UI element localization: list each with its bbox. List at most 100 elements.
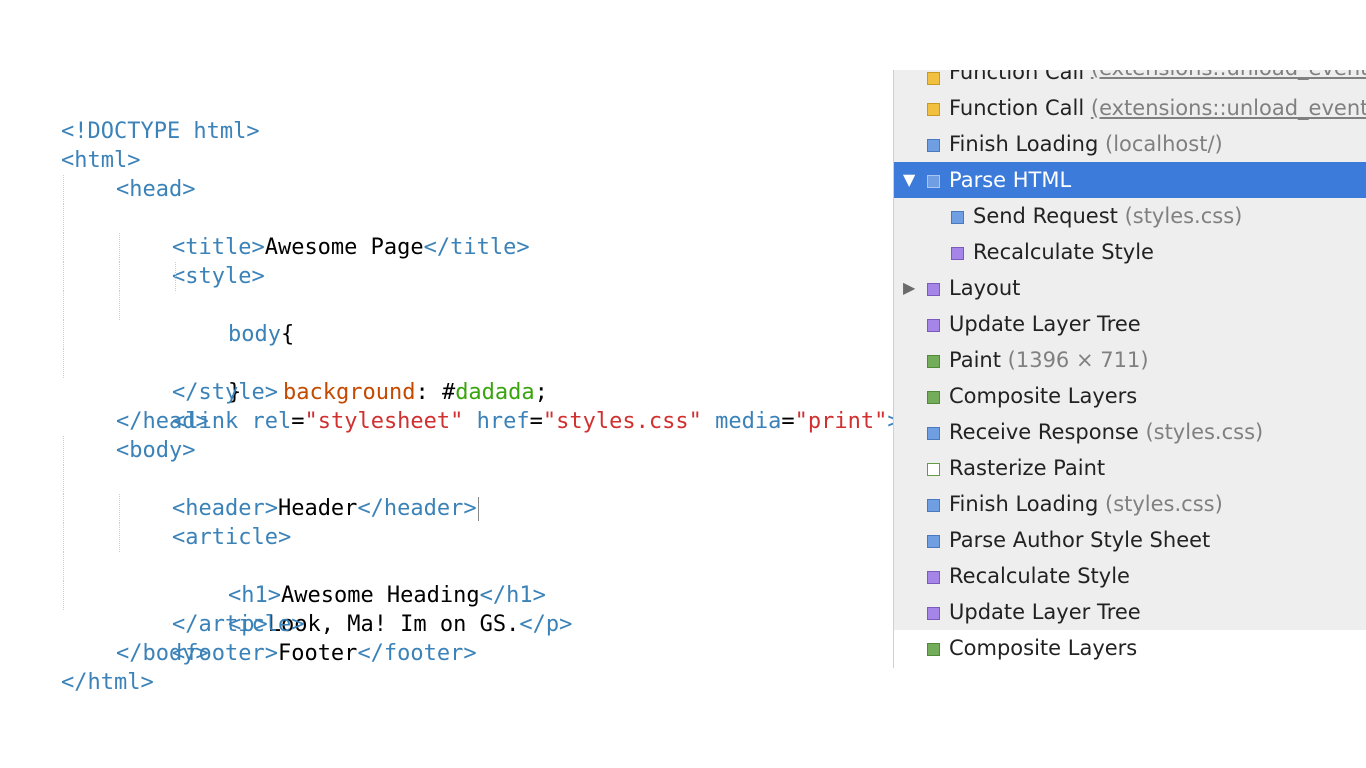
record-color-swatch-icon — [927, 139, 940, 152]
record-color-swatch-icon — [927, 355, 940, 368]
record-color-swatch-icon — [927, 535, 940, 548]
record-label: Function Call (extensions::unload_event: — [949, 70, 1366, 84]
timeline-record-row[interactable]: ▶ Layout — [894, 270, 1366, 306]
timeline-record-row[interactable]: Receive Response (styles.css) — [894, 414, 1366, 450]
indent-guide — [63, 436, 64, 465]
record-label: Rasterize Paint — [949, 450, 1105, 486]
code-line: background: #dadada; — [8, 262, 888, 405]
indent-guide — [63, 262, 64, 291]
timeline-record-row[interactable]: Finish Loading (styles.css) — [894, 486, 1366, 522]
record-detail: (styles.css) — [1124, 204, 1243, 228]
record-color-swatch-icon — [951, 247, 964, 260]
record-color-swatch-icon — [927, 571, 940, 584]
timeline-record-row[interactable]: Function Call (extensions::unload_event: — [894, 70, 1366, 90]
record-detail[interactable]: (extensions::unload_event: — [1091, 70, 1366, 80]
timeline-record-list: Function Call (extensions::unload_event:… — [894, 70, 1366, 666]
indent-guide — [63, 175, 64, 204]
code-line: <footer>Footer</footer> — [8, 581, 888, 666]
record-label: Receive Response (styles.css) — [949, 414, 1263, 450]
indent-guide — [63, 349, 64, 378]
timeline-record-row[interactable]: Recalculate Style — [894, 234, 1366, 270]
code-line: <article> — [8, 465, 888, 550]
record-color-swatch-icon — [927, 175, 940, 188]
record-detail: (localhost/) — [1105, 132, 1223, 156]
indent-guide — [63, 581, 64, 610]
timeline-record-row[interactable]: ▼ Parse HTML — [894, 162, 1366, 198]
timeline-record-row[interactable]: Update Layer Tree — [894, 594, 1366, 630]
record-color-swatch-icon — [927, 607, 940, 620]
code-line: </body> — [8, 610, 888, 666]
record-type: Send Request — [973, 204, 1118, 228]
indent-guide — [63, 494, 64, 523]
record-label: Paint (1396 × 711) — [949, 342, 1149, 378]
timeline-record-row[interactable]: Rasterize Paint — [894, 450, 1366, 486]
record-type: Parse HTML — [949, 168, 1072, 192]
code-line: <link rel="stylesheet" href="styles.css"… — [8, 349, 901, 434]
indent-guide — [63, 233, 64, 262]
record-label: Function Call (extensions::unload_event: — [949, 90, 1366, 126]
record-detail: (styles.css) — [1105, 492, 1223, 516]
timeline-record-row[interactable]: Send Request (styles.css) — [894, 198, 1366, 234]
record-color-swatch-icon — [927, 427, 940, 440]
code-line: <!DOCTYPE html> — [8, 88, 888, 144]
code-tag: </html> — [60, 670, 154, 695]
timeline-record-row[interactable]: Composite Layers — [894, 630, 1366, 666]
indent-guide — [63, 552, 64, 581]
timeline-record-row[interactable]: Finish Loading (localhost/) — [894, 126, 1366, 162]
timeline-record-row[interactable]: Composite Layers — [894, 378, 1366, 414]
code-line: </html> — [8, 639, 888, 695]
record-label: Finish Loading (styles.css) — [949, 486, 1223, 522]
code-line: <html> — [8, 117, 888, 173]
record-color-swatch-icon — [927, 463, 940, 476]
indent-guide — [63, 465, 64, 494]
record-type: Composite Layers — [949, 384, 1138, 408]
timeline-record-row[interactable]: Parse Author Style Sheet — [894, 522, 1366, 558]
code-line: <header>Header</header> — [8, 436, 888, 521]
record-type: Rasterize Paint — [949, 456, 1106, 480]
record-type: Finish Loading — [949, 132, 1099, 156]
code-editor[interactable]: <!DOCTYPE html> <html> <head> <title>Awe… — [8, 88, 901, 695]
indent-guide — [119, 494, 120, 523]
collapse-triangle-icon[interactable]: ▼ — [903, 162, 921, 198]
indent-guide — [175, 262, 176, 291]
record-type: Function Call — [949, 70, 1085, 84]
record-color-swatch-icon — [927, 643, 940, 656]
record-label: Composite Layers — [949, 630, 1137, 666]
code-line: <h1>Awesome Heading</h1> — [8, 494, 888, 608]
timeline-records-panel[interactable]: Function Call (extensions::unload_event:… — [893, 70, 1366, 668]
record-color-swatch-icon — [927, 72, 940, 85]
indent-guide — [119, 291, 120, 320]
code-line: </article> — [8, 552, 888, 637]
record-type: Recalculate Style — [949, 564, 1130, 588]
timeline-record-row[interactable]: Recalculate Style — [894, 558, 1366, 594]
record-color-swatch-icon — [951, 211, 964, 224]
indent-guide — [119, 262, 120, 291]
timeline-record-row[interactable]: Function Call (extensions::unload_event: — [894, 90, 1366, 126]
code-line: </head> — [8, 378, 888, 434]
record-label: Recalculate Style — [973, 234, 1154, 270]
record-type: Finish Loading — [949, 492, 1099, 516]
indent-guide — [63, 320, 64, 349]
indent-guide — [63, 204, 64, 233]
record-color-swatch-icon — [927, 391, 940, 404]
record-label: Finish Loading (localhost/) — [949, 126, 1223, 162]
record-type: Paint — [949, 348, 1001, 372]
record-label: Layout — [949, 270, 1020, 306]
record-label: Send Request (styles.css) — [973, 198, 1242, 234]
expand-triangle-icon[interactable]: ▶ — [903, 270, 921, 306]
record-detail[interactable]: (extensions::unload_event: — [1091, 96, 1366, 120]
record-type: Parse Author Style Sheet — [949, 528, 1211, 552]
indent-guide — [63, 523, 64, 552]
timeline-record-row[interactable]: Paint (1396 × 711) — [894, 342, 1366, 378]
code-line: body{ — [8, 233, 888, 347]
code-line: <style> — [8, 204, 888, 289]
timeline-record-row[interactable]: Update Layer Tree — [894, 306, 1366, 342]
record-type: Layout — [949, 276, 1021, 300]
record-color-swatch-icon — [927, 283, 940, 296]
code-line: <p>Look, Ma! Im on GS.</p> — [8, 523, 888, 637]
record-color-swatch-icon — [927, 499, 940, 512]
record-detail: (1396 × 711) — [1007, 348, 1149, 372]
record-label: Composite Layers — [949, 378, 1137, 414]
record-type: Recalculate Style — [973, 240, 1154, 264]
code-line: </style> — [8, 320, 888, 405]
